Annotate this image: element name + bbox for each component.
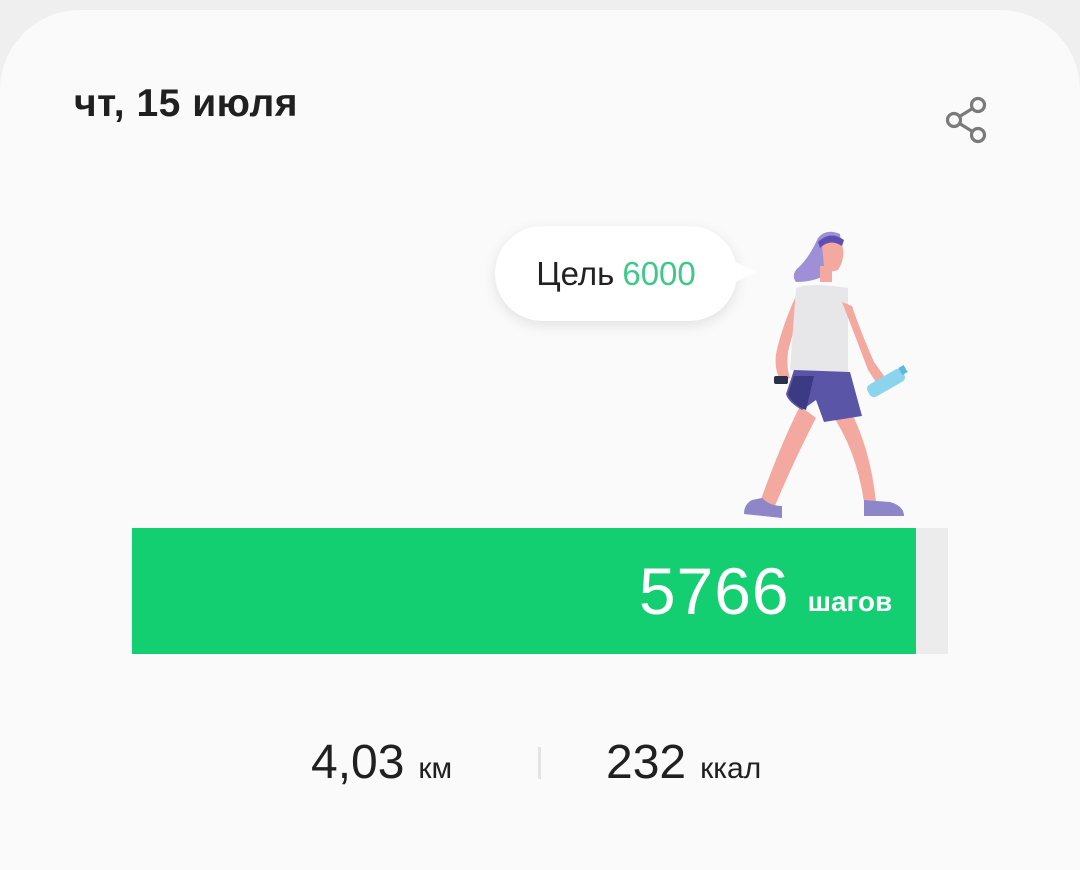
- calories-unit: ккал: [700, 752, 762, 785]
- distance-unit: км: [418, 752, 453, 785]
- share-icon: [945, 96, 987, 144]
- share-button[interactable]: [936, 90, 996, 150]
- stats-divider: [538, 747, 541, 779]
- steps-progress-bar: 5766 шагов: [132, 528, 948, 654]
- distance-value: 4,03: [311, 736, 405, 789]
- page-title: чт, 15 июля: [74, 82, 299, 125]
- stats-row: 4,03 км 232 ккал: [0, 735, 1080, 805]
- goal-label: Цель: [536, 254, 615, 292]
- goal-value: 6000: [622, 254, 696, 292]
- steps-count: 5766: [638, 554, 790, 628]
- distance-stat: 4,03 км: [311, 735, 452, 790]
- calories-value: 232: [606, 736, 687, 789]
- calories-stat: 232 ккал: [606, 735, 761, 790]
- goal-bubble: Цель 6000: [495, 226, 737, 321]
- steps-unit: шагов: [807, 586, 893, 617]
- steps-progress-fill: 5766 шагов: [132, 528, 917, 654]
- walking-woman-illustration: [744, 231, 908, 518]
